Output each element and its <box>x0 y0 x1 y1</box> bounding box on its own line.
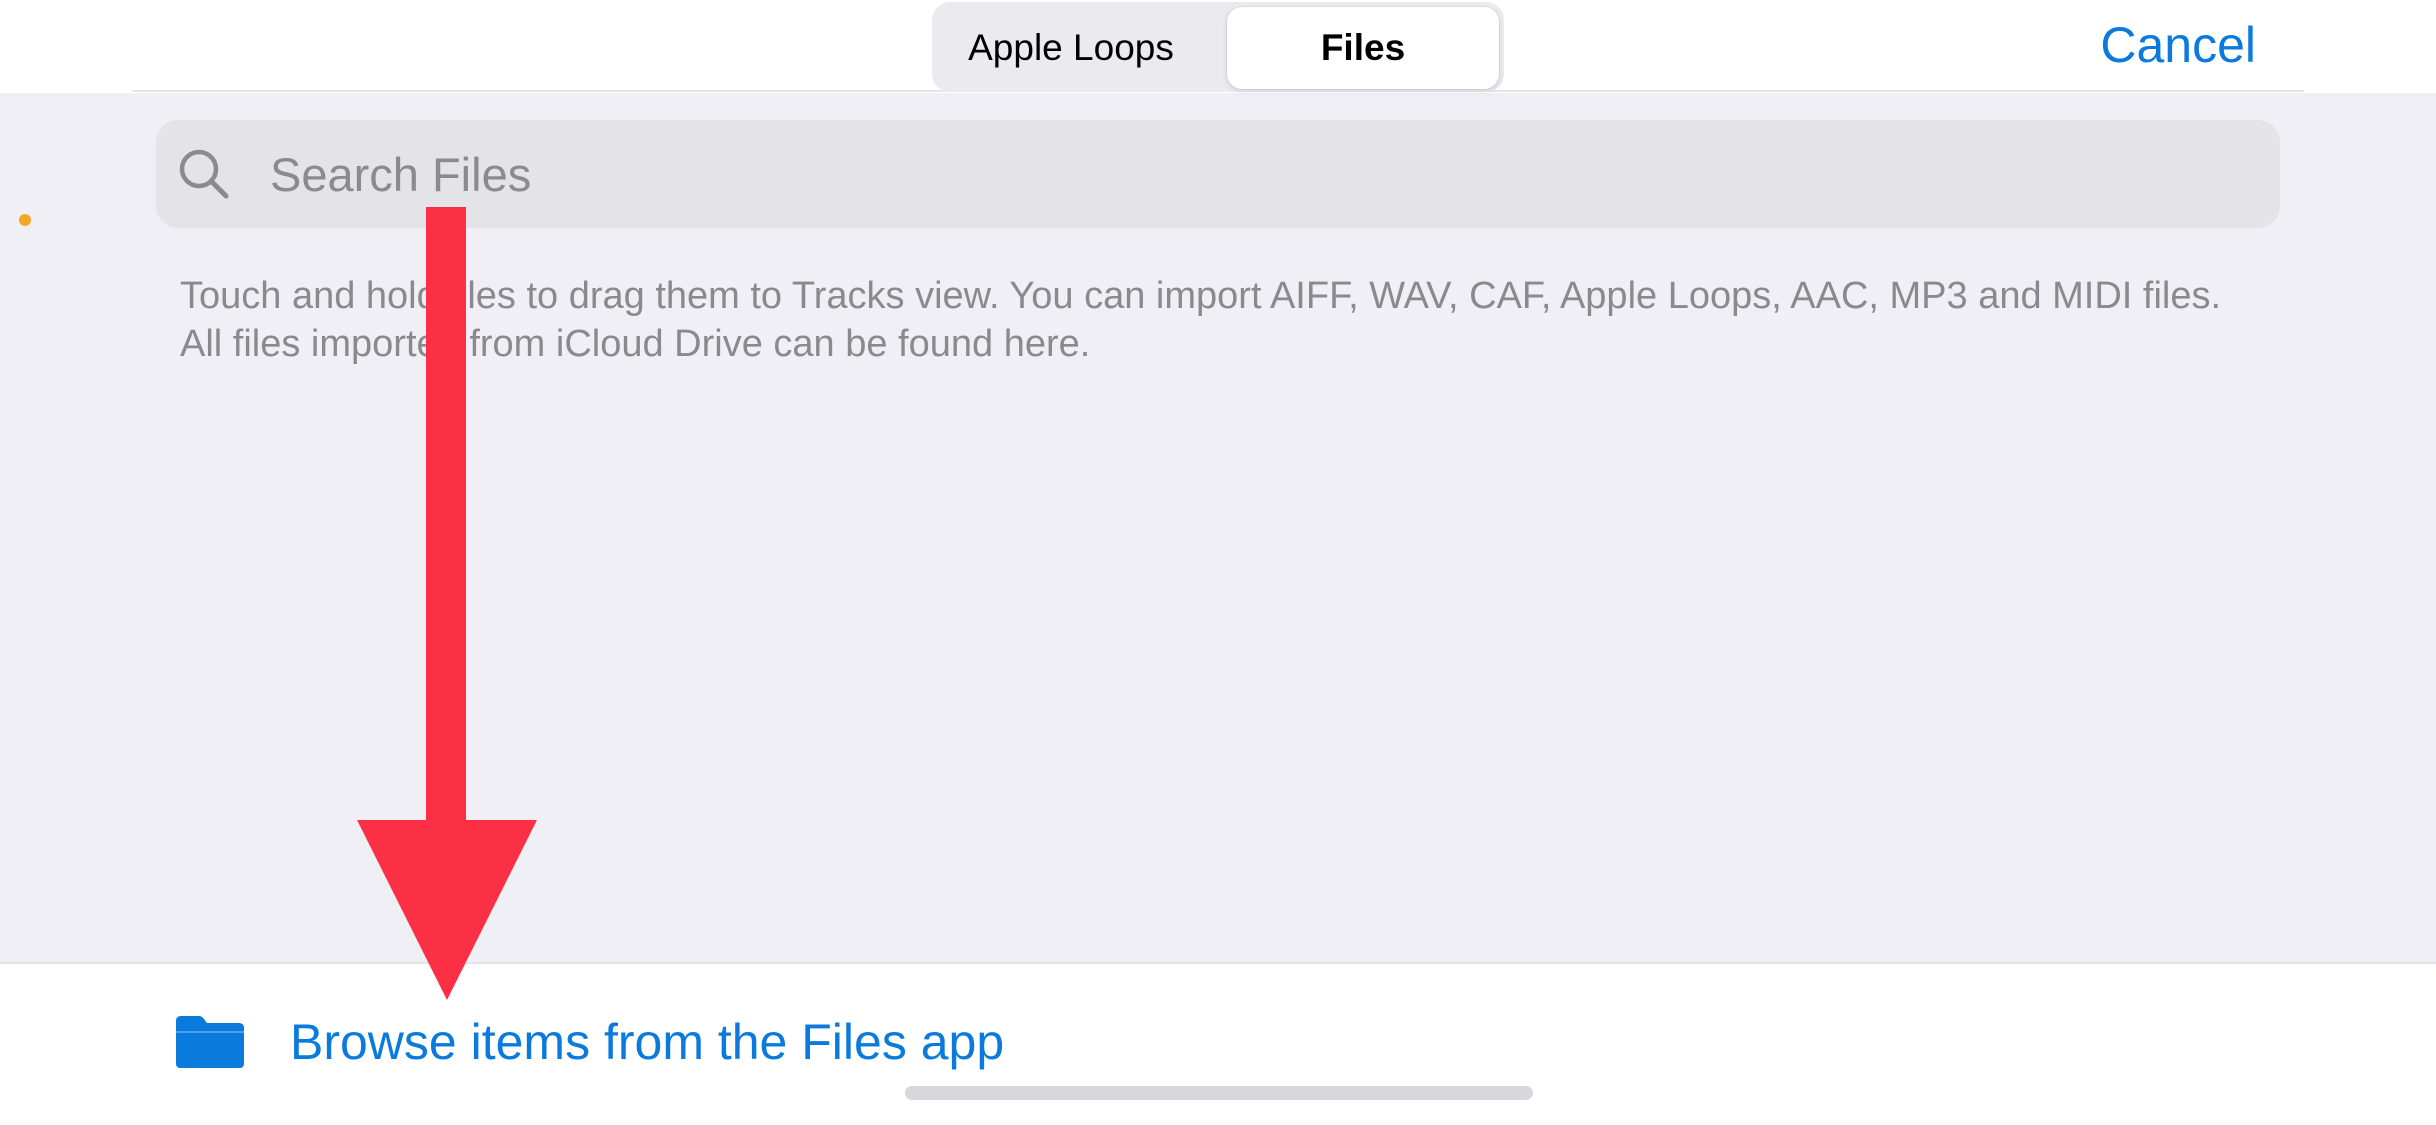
home-indicator <box>905 1086 1533 1100</box>
browse-files-app-button[interactable]: Browse items from the Files app <box>172 1002 1004 1082</box>
bottom-panel: Browse items from the Files app <box>0 962 2436 1125</box>
import-info-text: Touch and hold files to drag them to Tra… <box>180 275 2222 365</box>
magnifying-glass-icon <box>179 149 229 199</box>
search-input[interactable] <box>270 120 2250 228</box>
search-field[interactable] <box>156 120 2280 228</box>
browse-files-app-label: Browse items from the Files app <box>290 1014 1005 1070</box>
segment-apple-loops[interactable]: Apple Loops <box>937 7 1205 89</box>
cancel-button[interactable]: Cancel <box>2100 10 2256 80</box>
folder-icon <box>176 1016 244 1068</box>
source-segmented-control: Apple Loops Files <box>932 2 1504 92</box>
segment-files[interactable]: Files <box>1227 7 1499 89</box>
status-dot <box>19 214 31 226</box>
